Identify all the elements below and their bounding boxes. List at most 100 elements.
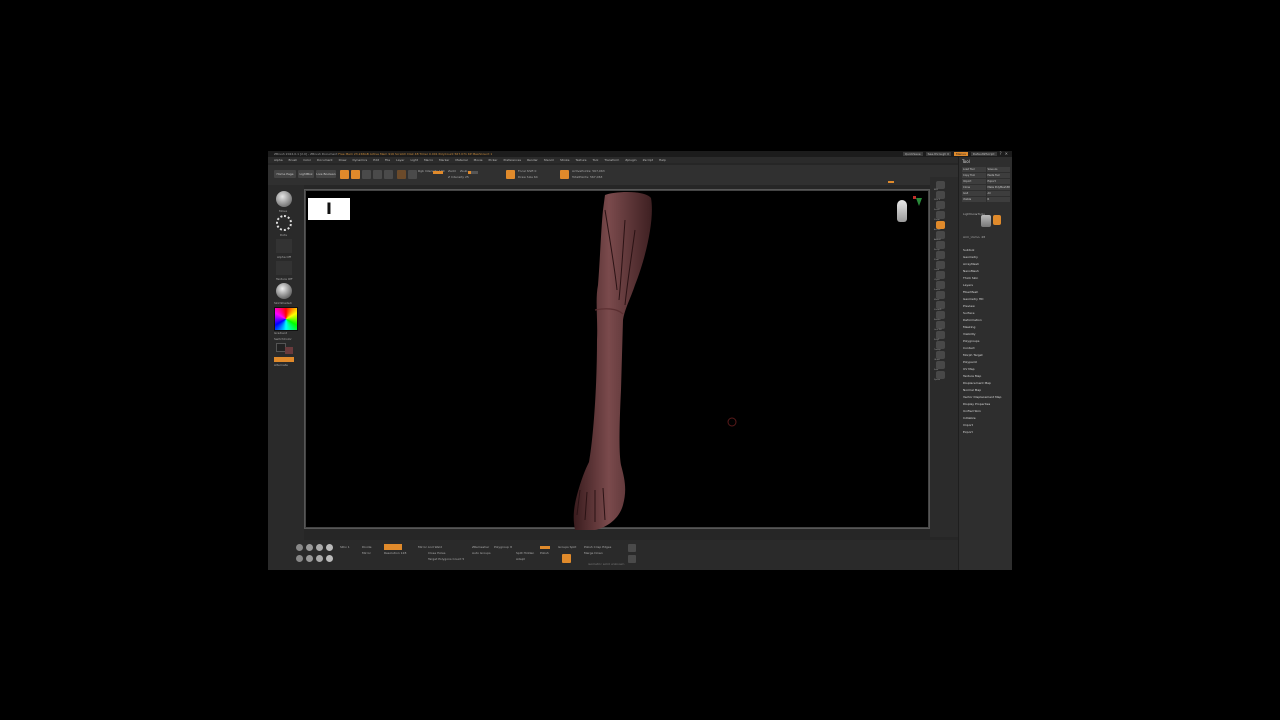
tool-section-normal-map[interactable]: Normal Map <box>963 387 1011 394</box>
zsub-button[interactable]: Zsub <box>460 169 467 173</box>
resolution-slider[interactable]: Resolution 128 <box>384 551 406 555</box>
adapt-button[interactable]: Adapt <box>516 557 525 561</box>
tool-button-paste-tool[interactable]: Paste Tool <box>986 173 1010 178</box>
view-button-spix-3[interactable]: SPix 3 <box>934 191 945 201</box>
z-intensity-slider[interactable]: Z Intensity 25 <box>448 175 469 179</box>
tool-secondary-thumbnail[interactable] <box>993 215 1001 225</box>
menu-zplugin[interactable]: Zplugin <box>625 157 636 163</box>
menu-stroke[interactable]: Stroke <box>560 157 570 163</box>
rotate-button[interactable] <box>384 170 393 179</box>
menu-preferences[interactable]: Preferences <box>503 157 521 163</box>
menu-color[interactable]: Color <box>303 157 311 163</box>
view-button-move[interactable]: Move <box>934 291 945 301</box>
menu-marker[interactable]: Marker <box>439 157 449 163</box>
zremesher-button[interactable]: ZRemesher <box>472 545 489 549</box>
tool-button-goz[interactable]: GoZ <box>962 191 986 196</box>
view-button-actual[interactable]: Actual <box>934 221 945 231</box>
current-tool-thumbnail[interactable] <box>981 215 991 227</box>
live-boolean-button[interactable]: Live Boolean <box>316 170 336 178</box>
polish-slider[interactable] <box>540 546 550 549</box>
menu-alpha[interactable]: Alpha <box>274 157 283 163</box>
tool-section-unified-skin[interactable]: Unified Skin <box>963 408 1011 415</box>
tool-section-visibility[interactable]: Visibility <box>963 331 1011 338</box>
see-through-slider[interactable]: See-through 0 <box>925 152 951 156</box>
texture-thumbnail[interactable] <box>276 261 292 275</box>
mrgb-button[interactable] <box>397 170 406 179</box>
split-hidden-button[interactable]: Split Hidden <box>516 551 534 555</box>
tool-section-export[interactable]: Export <box>963 429 1011 436</box>
tool-section-import[interactable]: Import <box>963 422 1011 429</box>
tool-section-fibermesh[interactable]: FiberMesh <box>963 289 1011 296</box>
polygroup-it-button[interactable]: Polygroup It <box>494 545 512 549</box>
tool-section-initialize[interactable]: Initialize <box>963 415 1011 422</box>
tool-section-polypaint[interactable]: Polypaint <box>963 359 1011 366</box>
view-button-solo[interactable]: Solo <box>934 361 945 371</box>
menu-stencil[interactable]: Stencil <box>544 157 554 163</box>
tool-button-save-as[interactable]: Save As <box>986 167 1010 172</box>
view-button-rotate[interactable]: Rotate <box>934 311 945 321</box>
tool-button-all[interactable]: All <box>986 191 1010 196</box>
tool-section-subtool[interactable]: Subtool <box>963 247 1011 254</box>
secondary-color-swatch[interactable] <box>285 347 293 354</box>
menu-help[interactable]: Help <box>659 157 666 163</box>
menu-dynamics[interactable]: Dynamics <box>352 157 367 163</box>
brush-icon-button[interactable] <box>560 170 569 179</box>
view-button-persp[interactable]: Persp <box>934 241 945 251</box>
tool-section-arraymesh[interactable]: ArrayMesh <box>963 261 1011 268</box>
tool-section-display-properties[interactable]: Display Properties <box>963 401 1011 408</box>
view-button-zoomd[interactable]: ZoomD <box>934 301 945 311</box>
menu-material[interactable]: Material <box>455 157 467 163</box>
tool-section-uv-map[interactable]: UV Map <box>963 366 1011 373</box>
group-split-button[interactable]: Groups Split <box>558 545 576 549</box>
mirror-button[interactable]: Mirror <box>362 551 371 555</box>
switch-color-button[interactable]: SwitchColor <box>274 337 292 341</box>
tool-section-displacement-map[interactable]: Displacement Map <box>963 380 1011 387</box>
menu-zscript[interactable]: Zscript <box>643 157 653 163</box>
menu-render[interactable]: Render <box>527 157 538 163</box>
home-page-button[interactable]: Home Page <box>274 170 296 178</box>
tool-button-load-tool[interactable]: Load Tool <box>962 167 986 172</box>
polish-crisp-button[interactable]: Polish Crisp Edges <box>584 545 611 549</box>
solo-icon[interactable] <box>628 555 636 563</box>
menus-button[interactable]: Menus <box>953 152 968 156</box>
tool-button-export[interactable]: Export <box>986 179 1010 184</box>
material-thumbnail[interactable] <box>276 283 292 299</box>
tool-button-copy-tool[interactable]: Copy Tool <box>962 173 986 178</box>
tool-button-visible[interactable]: Visible <box>962 197 986 202</box>
view-button-lsym[interactable]: LSym <box>934 271 945 281</box>
lightbox-button[interactable]: LightBox <box>298 170 314 178</box>
rgb-button[interactable] <box>408 170 417 179</box>
view-button-aahalf[interactable]: AAHalf <box>934 231 945 241</box>
merge-down-button[interactable]: Merge Down <box>584 551 603 555</box>
close-holes-button[interactable]: Close Holes <box>428 551 445 555</box>
menu-tool[interactable]: Tool <box>592 157 598 163</box>
divide-button[interactable]: Divide <box>362 545 372 549</box>
arm-mesh[interactable] <box>305 190 931 530</box>
axis-gizmo-icon[interactable] <box>916 198 922 206</box>
view-button-ghost[interactable]: Ghost <box>934 351 945 361</box>
stroke-thumbnail[interactable] <box>276 215 292 231</box>
backface-mask-icon[interactable] <box>562 554 571 563</box>
view-button-scroll[interactable]: Scroll <box>934 201 945 211</box>
tool-section-masking[interactable]: Masking <box>963 324 1011 331</box>
draw-button[interactable] <box>351 170 360 179</box>
focal-shift-slider[interactable]: Focal Shift 0 <box>518 169 536 173</box>
tool-section-polygroups[interactable]: Polygroups <box>963 338 1011 345</box>
dynamic-button[interactable] <box>506 170 515 179</box>
menu-transform[interactable]: Transform <box>604 157 619 163</box>
tool-section-vector-displacement-map[interactable]: Vector Displacement Map <box>963 394 1011 401</box>
tool-section-layers[interactable]: Layers <box>963 282 1011 289</box>
menu-layer[interactable]: Layer <box>396 157 404 163</box>
view-button-floor[interactable]: Floor <box>934 251 945 261</box>
tool-button-make-polymesh3d[interactable]: Make PolyMesh3D <box>986 185 1010 190</box>
menu-texture[interactable]: Texture <box>576 157 587 163</box>
tool-button-import[interactable]: Import <box>962 179 986 184</box>
tool-section-texture-map[interactable]: Texture Map <box>963 373 1011 380</box>
menu-brush[interactable]: Brush <box>289 157 298 163</box>
menu-picker[interactable]: Picker <box>489 157 498 163</box>
move-button[interactable] <box>362 170 371 179</box>
draw-size-slider[interactable]: Draw Size 64 <box>518 175 538 179</box>
tool-section-geometry[interactable]: Geometry <box>963 254 1011 261</box>
view-button-bpr[interactable]: BPR <box>934 181 945 191</box>
tool-section-morph-target[interactable]: Morph Target <box>963 352 1011 359</box>
